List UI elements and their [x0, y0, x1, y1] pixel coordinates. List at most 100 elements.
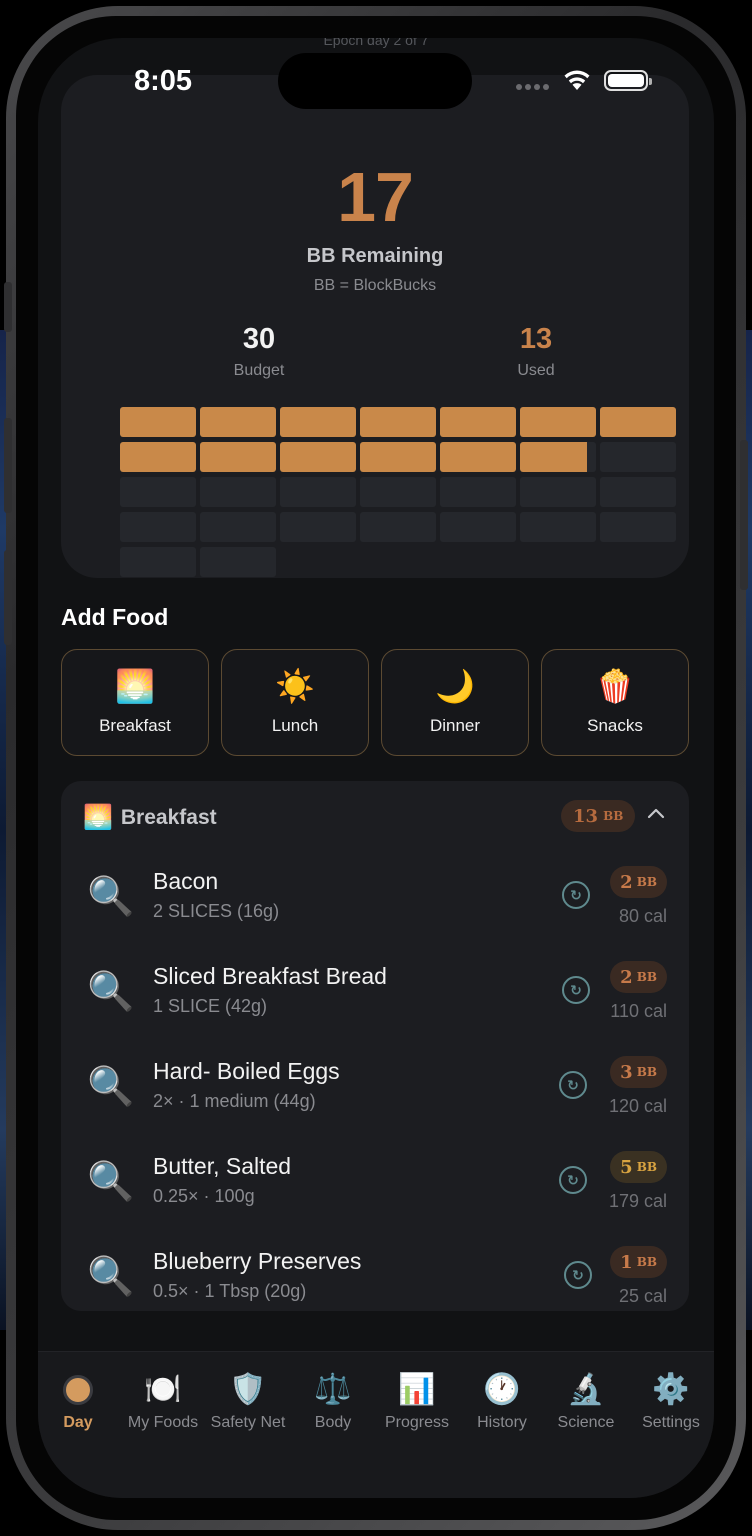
budget-block — [600, 477, 676, 507]
shield-icon: 🛡️ — [229, 1373, 267, 1406]
tab-label: My Foods — [127, 1414, 199, 1431]
budget-block — [120, 477, 196, 507]
moon-icon: 🌙 — [435, 667, 475, 704]
bb-cost-unit: BB — [636, 1255, 657, 1269]
meal-label: Dinner — [429, 715, 481, 735]
search-icon: 🔍 — [87, 1256, 135, 1298]
budget-block — [120, 547, 196, 577]
tab-label: Body — [314, 1414, 352, 1431]
budget-block — [520, 407, 596, 437]
meal-label: Breakfast — [99, 715, 171, 735]
breakfast-section-header[interactable]: 🌅 Breakfast — [83, 803, 217, 832]
cellular-signal-icon — [516, 84, 549, 90]
tab-day[interactable]: Day — [38, 1370, 121, 1432]
food-item-row[interactable]: 🔍 Blueberry Preserves 0.5× · 1 Tbsp (20g… — [61, 1233, 689, 1311]
budget-block — [200, 512, 276, 542]
bb-cost-value: 2 — [620, 871, 633, 893]
tab-science[interactable]: 🔬 Science — [543, 1370, 629, 1432]
food-calories: 120 cal — [608, 1096, 667, 1116]
bb-cost-unit: BB — [636, 1160, 657, 1174]
budget-block — [440, 442, 516, 472]
bb-cost-value: 1 — [620, 1251, 633, 1273]
microscope-icon: 🔬 — [567, 1373, 605, 1406]
tab-label: History — [477, 1414, 527, 1431]
budget-value: 30 — [242, 323, 276, 355]
tab-safety-net[interactable]: 🛡️ Safety Net — [205, 1370, 291, 1432]
repeat-icon[interactable]: ↻ — [562, 976, 590, 1004]
food-name: Sliced Breakfast Bread — [153, 963, 387, 989]
day-icon — [38, 1370, 121, 1410]
popcorn-icon: 🍿 — [595, 667, 635, 704]
section-title: Breakfast — [120, 805, 217, 829]
bb-cost-value: 2 — [620, 966, 633, 988]
search-icon: 🔍 — [87, 971, 135, 1013]
tab-my-foods[interactable]: 🍽️ My Foods — [120, 1370, 206, 1432]
food-item-row[interactable]: 🔍 Hard- Boiled Eggs 2× · 1 medium (44g) … — [61, 1043, 689, 1138]
tab-label: Science — [557, 1414, 615, 1431]
used-stat: 13 Used — [456, 323, 616, 380]
sun-icon: ☀️ — [275, 667, 315, 704]
bb-cost-badge: 5 BB — [610, 1151, 667, 1183]
used-value: 13 — [519, 323, 553, 355]
add-lunch-button[interactable]: ☀️ Lunch — [221, 649, 369, 756]
tab-bar: Day 🍽️ My Foods 🛡️ Safety Net ⚖️ Body 📊 … — [38, 1351, 714, 1498]
budget-card: 17 BB Remaining BB = BlockBucks 30 Budge… — [61, 75, 689, 578]
volume-down-button — [4, 550, 12, 645]
tab-progress[interactable]: 📊 Progress — [374, 1370, 460, 1432]
bb-cost-badge: 1 BB — [610, 1246, 667, 1278]
budget-block — [440, 407, 516, 437]
tab-label: Day — [63, 1414, 93, 1431]
tab-history[interactable]: 🕐 History — [459, 1370, 545, 1432]
budget-block — [520, 512, 596, 542]
tab-label: Settings — [642, 1414, 700, 1431]
budget-block — [280, 477, 356, 507]
food-item-row[interactable]: 🔍 Sliced Breakfast Bread 1 SLICE (42g) ↻… — [61, 948, 689, 1043]
bb-cost-unit: BB — [636, 1065, 657, 1079]
tab-settings[interactable]: ⚙️ Settings — [628, 1370, 714, 1432]
budget-block — [440, 512, 516, 542]
bb-remaining-label: BB Remaining — [306, 245, 444, 267]
bb-cost-badge: 3 BB — [610, 1056, 667, 1088]
budget-block — [200, 477, 276, 507]
budget-label: Budget — [233, 362, 285, 379]
budget-block — [360, 442, 436, 472]
meal-label: Snacks — [587, 715, 643, 735]
food-item-row[interactable]: 🔍 Bacon 2 SLICES (16g) ↻ 2 BB 80 cal — [61, 853, 689, 948]
bb-definition: BB = BlockBucks — [313, 277, 437, 294]
add-food-title: Add Food — [61, 604, 169, 630]
section-total-value: 13 — [573, 805, 599, 827]
bb-cost-unit: BB — [636, 970, 657, 984]
repeat-icon[interactable]: ↻ — [559, 1071, 587, 1099]
repeat-icon[interactable]: ↻ — [559, 1166, 587, 1194]
gear-icon: ⚙️ — [652, 1373, 690, 1406]
food-name: Hard- Boiled Eggs — [153, 1058, 340, 1084]
bb-cost-unit: BB — [636, 875, 657, 889]
food-serving: 0.25× · 100g — [153, 1186, 255, 1206]
add-breakfast-button[interactable]: 🌅 Breakfast — [61, 649, 209, 756]
action-button — [4, 282, 12, 332]
bb-cost-badge: 2 BB — [610, 866, 667, 898]
block-grid — [120, 407, 676, 577]
budget-block — [520, 477, 596, 507]
food-item-row[interactable]: 🔍 Butter, Salted 0.25× · 100g ↻ 5 BB 179… — [61, 1138, 689, 1233]
budget-block — [360, 477, 436, 507]
food-serving: 1 SLICE (42g) — [153, 996, 268, 1016]
repeat-icon[interactable]: ↻ — [564, 1261, 592, 1289]
bb-cost-badge: 2 BB — [610, 961, 667, 993]
chevron-up-icon[interactable] — [647, 807, 665, 819]
food-calories: 179 cal — [608, 1191, 667, 1211]
section-total-unit: BB — [603, 809, 624, 823]
tab-body[interactable]: ⚖️ Body — [290, 1370, 376, 1432]
food-serving: 2 SLICES (16g) — [153, 901, 280, 921]
bb-remaining-value: 17 — [337, 158, 414, 236]
repeat-icon[interactable]: ↻ — [562, 881, 590, 909]
budget-block — [360, 512, 436, 542]
budget-block — [600, 512, 676, 542]
add-snacks-button[interactable]: 🍿 Snacks — [541, 649, 689, 756]
volume-up-button — [4, 418, 12, 513]
power-button — [740, 440, 748, 590]
food-calories: 80 cal — [618, 906, 667, 926]
add-dinner-button[interactable]: 🌙 Dinner — [381, 649, 529, 756]
food-serving: 0.5× · 1 Tbsp (20g) — [153, 1281, 307, 1301]
budget-block — [200, 407, 276, 437]
